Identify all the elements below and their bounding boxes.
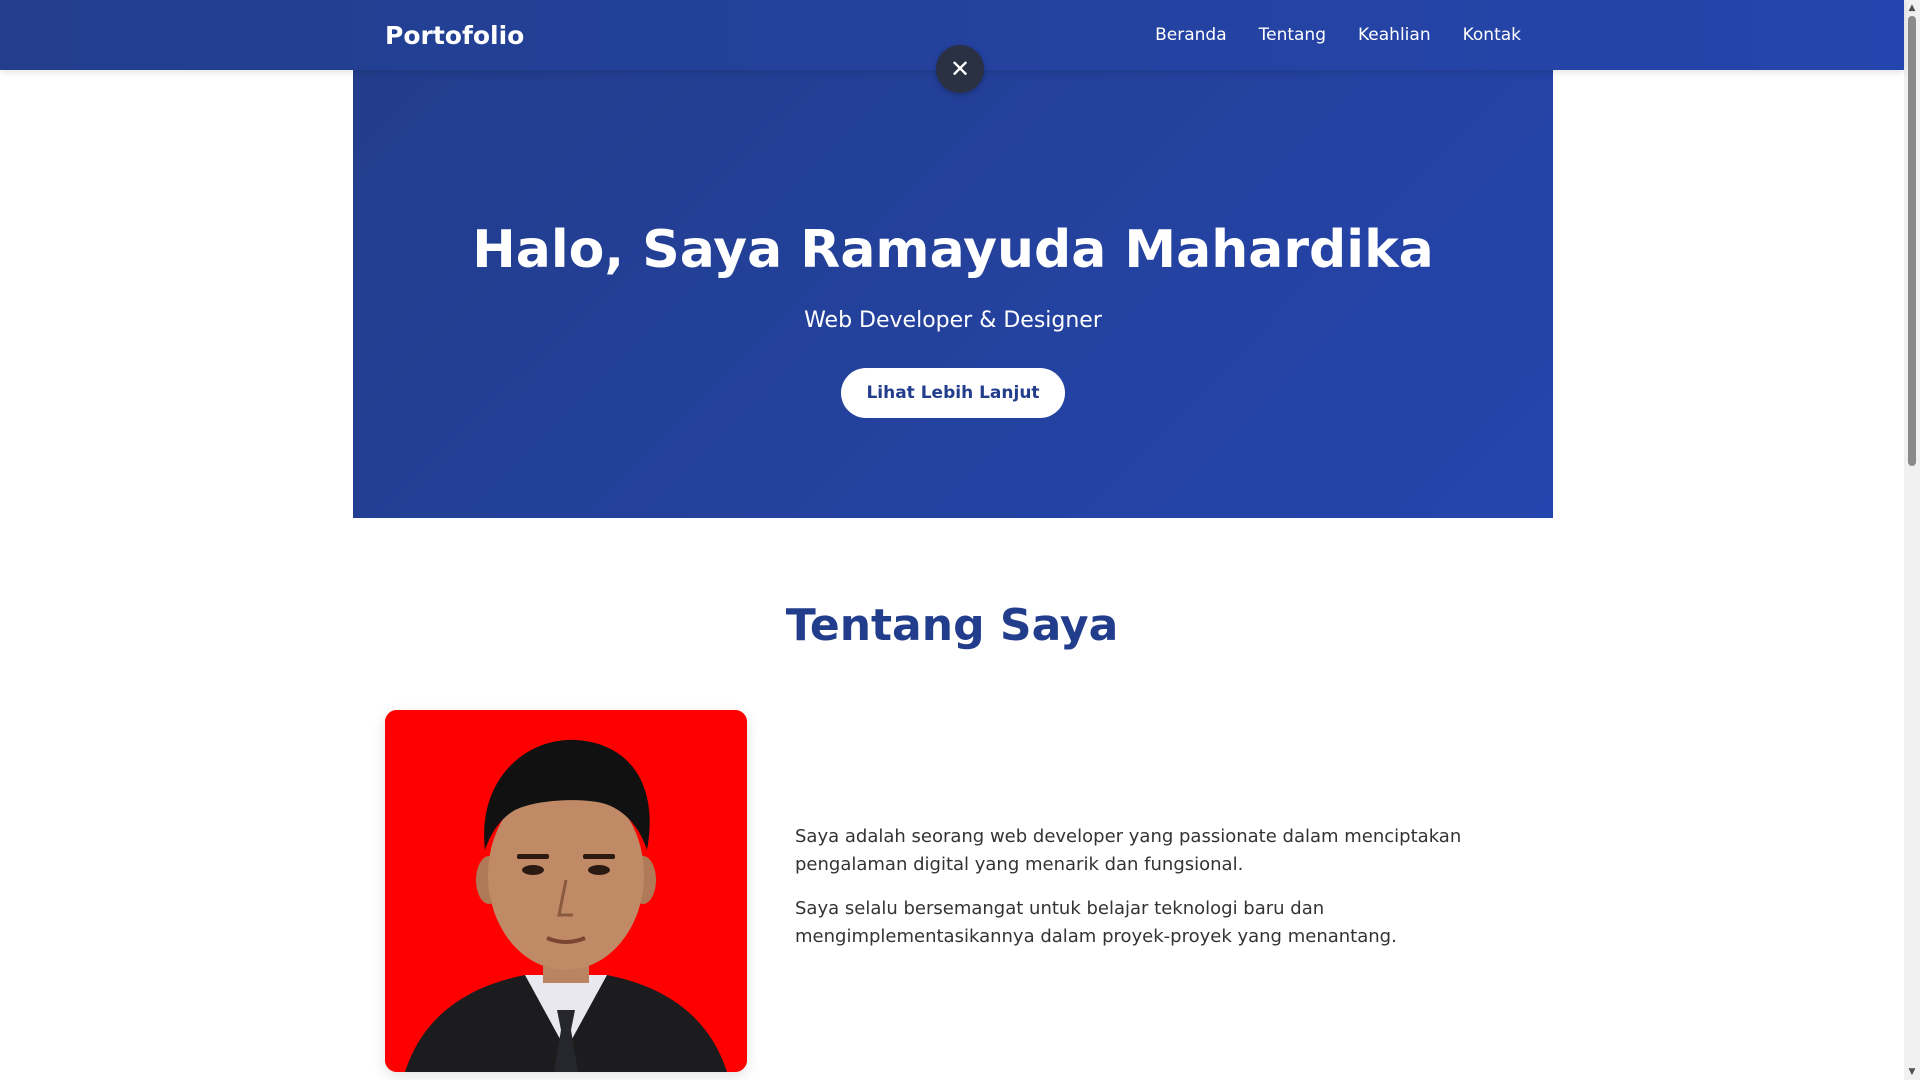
scrollbar-thumb[interactable] xyxy=(1908,16,1916,466)
profile-photo xyxy=(385,710,747,1072)
nav-links: Beranda Tentang Keahlian Kontak xyxy=(1155,25,1521,45)
nav-link-tentang[interactable]: Tentang xyxy=(1259,25,1326,45)
hero-title: Halo, Saya Ramayuda Mahardika xyxy=(472,220,1434,280)
scroll-down-arrow-icon[interactable]: ▼ xyxy=(1904,1064,1920,1080)
vertical-scrollbar[interactable]: ▲ ▼ xyxy=(1904,0,1920,1080)
brand-logo[interactable]: Portofolio xyxy=(385,21,524,50)
nav-link-keahlian[interactable]: Keahlian xyxy=(1358,25,1431,45)
about-title: Tentang Saya xyxy=(785,600,1119,651)
close-button[interactable]: ✕ xyxy=(936,45,984,93)
close-icon: ✕ xyxy=(949,55,971,83)
nav-link-beranda[interactable]: Beranda xyxy=(1155,25,1227,45)
about-paragraph-2: Saya selalu bersemangat untuk belajar te… xyxy=(795,898,1397,947)
nav-link-kontak[interactable]: Kontak xyxy=(1463,25,1521,45)
profile-portrait-illustration xyxy=(385,710,747,1072)
about-text: Saya adalah seorang web developer yang p… xyxy=(795,823,1515,967)
hero-section: Halo, Saya Ramayuda Mahardika Web Develo… xyxy=(353,70,1553,518)
learn-more-button[interactable]: Lihat Lebih Lanjut xyxy=(841,368,1065,418)
scroll-up-arrow-icon[interactable]: ▲ xyxy=(1904,0,1920,16)
hero-subtitle: Web Developer & Designer xyxy=(804,308,1102,333)
about-paragraph-1: Saya adalah seorang web developer yang p… xyxy=(795,826,1462,875)
